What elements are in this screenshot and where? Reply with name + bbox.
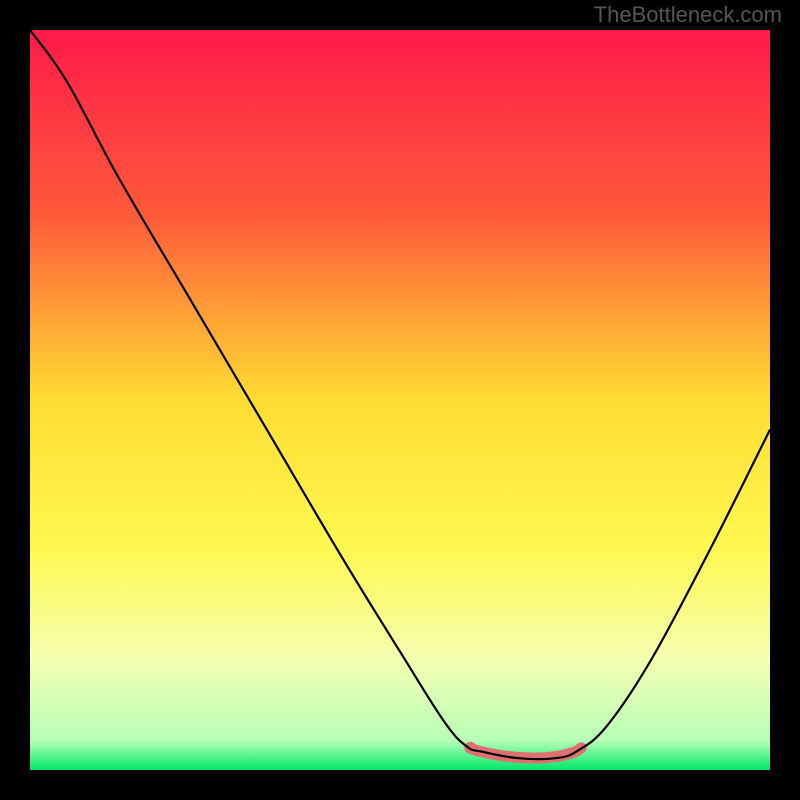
- watermark-text: TheBottleneck.com: [594, 2, 782, 28]
- chart-svg: [30, 30, 770, 770]
- gradient-background: [30, 30, 770, 770]
- chart-area: [30, 30, 770, 770]
